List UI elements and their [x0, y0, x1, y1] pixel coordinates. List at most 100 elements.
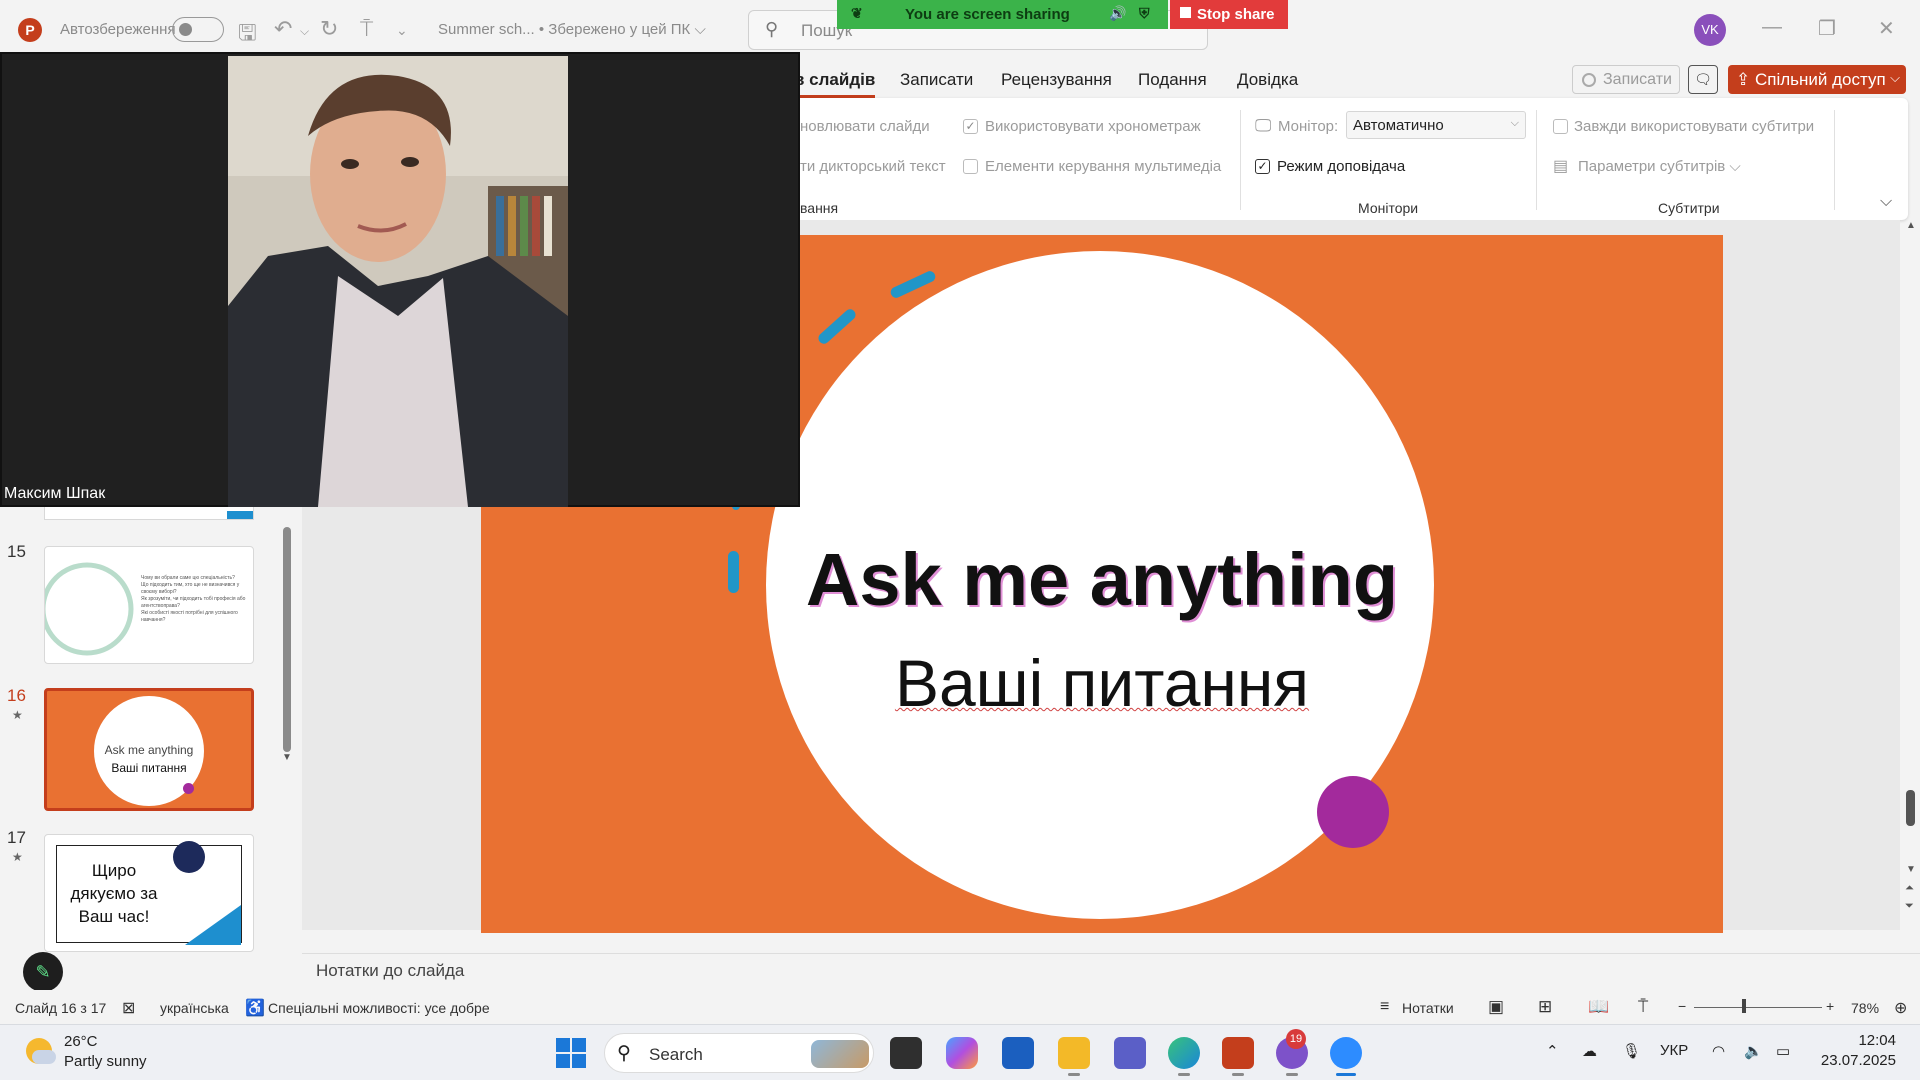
scrollbar-thumb[interactable] [1906, 790, 1915, 826]
media-controls-checkbox[interactable] [963, 159, 978, 174]
fit-to-window-icon[interactable]: ⊕ [1894, 998, 1907, 1018]
copilot-icon[interactable] [946, 1037, 978, 1069]
file-explorer-icon[interactable] [1058, 1037, 1090, 1076]
video-call-window[interactable]: Максим Шпак [0, 52, 800, 507]
zoom-in-icon[interactable]: + [1826, 998, 1834, 1014]
user-avatar[interactable]: VK [1694, 14, 1726, 46]
pen-icon: ✎ [35, 962, 51, 982]
normal-view-icon[interactable]: ▣ [1488, 997, 1504, 1017]
thumbnail-title: Ask me anything [104, 743, 194, 757]
search-icon: ⚲ [765, 19, 779, 39]
clock-time[interactable]: 12:04 [1826, 1032, 1896, 1049]
zoom-level[interactable]: 78% [1851, 1000, 1879, 1016]
slide-counter: Слайд 16 з 17 [15, 1000, 107, 1016]
annotate-pen-button[interactable]: ✎ [23, 952, 63, 992]
language-indicator[interactable]: українська [160, 1000, 229, 1016]
share-button[interactable]: ⇪ Спільний доступ ⌵ [1728, 65, 1906, 94]
clock-date[interactable]: 23.07.2025 [1808, 1052, 1896, 1069]
screen-sharing-status: You are screen sharing [905, 6, 1070, 23]
thumbnail-scrollbar[interactable] [283, 527, 291, 752]
zoom-slider[interactable] [1694, 1007, 1822, 1008]
edge-icon[interactable] [1168, 1037, 1200, 1076]
thumbnail-bullet: Чому ви обрали саме цю спеціальність? [141, 575, 235, 581]
previous-slide-icon[interactable]: ⏶ [1905, 882, 1914, 895]
ribbon-collapse-icon[interactable]: ⌵ [1880, 193, 1892, 211]
comments-button[interactable]: 🗨 [1688, 65, 1718, 94]
thumbnail-bullets: Чому ви обрали саме цю спеціальність? Що… [141, 575, 251, 624]
start-button[interactable] [556, 1038, 586, 1068]
reading-view-icon[interactable]: 📖 [1588, 997, 1609, 1017]
undo-icon[interactable]: ↶ [274, 16, 292, 42]
microsoft-store-icon[interactable] [1002, 1037, 1034, 1069]
tab-record[interactable]: Записати [900, 70, 973, 90]
slide-thumbnail-17[interactable]: Щиро дякуємо за Ваш час! [44, 834, 254, 952]
thumbnail-accent-dot [183, 783, 194, 794]
zoom-slider-thumb[interactable] [1742, 999, 1746, 1013]
zoom-icon[interactable] [1330, 1037, 1362, 1076]
scroll-down-icon[interactable]: ▼ [1906, 864, 1916, 875]
wifi-icon[interactable]: ◠ [1712, 1042, 1725, 1060]
subtitle-settings-button[interactable]: Параметри субтитрів ⌵ [1578, 158, 1741, 175]
undo-dropdown-icon[interactable]: ⌵ [300, 24, 309, 39]
slide-vertical-scrollbar[interactable]: ▲ ▼ ⏶ ⏷ [1904, 220, 1918, 920]
slide-thumbnail-15[interactable]: Чому ви обрали саме цю спеціальність? Що… [44, 546, 254, 664]
stop-share-button[interactable]: Stop share [1170, 0, 1288, 29]
spellcheck-icon[interactable]: ⊠ [122, 998, 135, 1018]
show-hidden-icons-icon[interactable]: ⌃ [1546, 1042, 1559, 1060]
autosave-toggle[interactable] [172, 17, 224, 42]
accessibility-status[interactable]: Спеціальні можливості: усе добре [268, 1000, 490, 1016]
restore-icon[interactable]: ❐ [1818, 16, 1836, 41]
taskbar-search[interactable]: ⚲ Search [604, 1033, 874, 1073]
close-icon[interactable]: ✕ [1878, 16, 1895, 41]
subtitle-settings-icon: ▤ [1553, 158, 1569, 175]
next-slide-icon[interactable]: ⏷ [1905, 900, 1914, 913]
notes-button[interactable]: Нотатки [1402, 1000, 1454, 1016]
powerpoint-icon[interactable] [1222, 1037, 1254, 1076]
slide-title[interactable]: Ask me anything [481, 537, 1723, 622]
notes-pane[interactable]: Нотатки до слайда [302, 953, 1920, 985]
task-view-icon[interactable] [890, 1037, 922, 1069]
input-language[interactable]: УКР [1660, 1042, 1688, 1059]
teams-icon[interactable] [1114, 1037, 1146, 1069]
accessibility-icon[interactable]: ♿ [245, 998, 265, 1018]
always-subtitles-label: Завжди використовувати субтитри [1574, 118, 1815, 135]
partly-sunny-icon[interactable] [26, 1038, 56, 1064]
minimize-icon[interactable]: — [1762, 16, 1782, 39]
microphone-icon[interactable]: 🎙 [1622, 1042, 1641, 1060]
tab-review[interactable]: Рецензування [1001, 70, 1112, 90]
cloud-sync-icon[interactable]: ☁ [1582, 1042, 1597, 1060]
slide-sorter-icon[interactable]: ⊞ [1538, 997, 1552, 1017]
scroll-down-icon[interactable]: ▼ [282, 752, 292, 763]
security-shield-icon[interactable]: ⛨ [1139, 5, 1150, 22]
record-button[interactable]: Записати [1572, 65, 1680, 94]
monitor-select[interactable]: Автоматично ⌵ [1346, 111, 1526, 139]
battery-icon[interactable]: ▭ [1776, 1042, 1790, 1060]
narration-option[interactable]: ти дикторський текст [800, 158, 946, 175]
tab-view[interactable]: Подання [1138, 70, 1207, 90]
ribbon-separator [1536, 110, 1537, 210]
slideshow-view-icon[interactable]: ⍑ [1638, 997, 1648, 1017]
present-from-start-icon[interactable]: ⍑ [360, 16, 373, 42]
notes-icon[interactable]: ≡ [1380, 998, 1389, 1016]
volume-icon[interactable]: 🔈 [1744, 1042, 1763, 1060]
presenter-view-checkbox[interactable]: ✓ [1255, 159, 1270, 174]
slide-thumbnail-16[interactable]: Ask me anything Ваші питання [44, 688, 254, 811]
weather-temperature[interactable]: 26°C [64, 1033, 98, 1050]
speaker-icon[interactable]: 🔊 [1109, 5, 1126, 22]
scroll-up-icon[interactable]: ▲ [1906, 220, 1916, 231]
customize-toolbar-icon[interactable]: ⌄ [396, 22, 408, 39]
zoom-out-icon[interactable]: − [1678, 998, 1686, 1014]
stop-square-icon [1180, 7, 1191, 18]
slide-subtitle[interactable]: Ваші питання [481, 645, 1723, 721]
redo-icon[interactable]: ↻ [320, 16, 338, 42]
tab-help[interactable]: Довідка [1237, 70, 1298, 90]
weather-condition[interactable]: Partly sunny [64, 1053, 147, 1070]
windows-taskbar: 26°C Partly sunny ⚲ Search 19 ⌃ ☁ 🎙 УКР … [0, 1024, 1920, 1080]
tab-slideshow[interactable]: в слайдів [794, 70, 876, 98]
use-timings-checkbox[interactable]: ✓ [963, 119, 978, 134]
always-subtitles-checkbox[interactable] [1553, 119, 1568, 134]
document-title[interactable]: Summer sch... • Збережено у цей ПК ⌵ [438, 21, 706, 38]
rehearse-option[interactable]: новлювати слайди [800, 118, 930, 135]
slide-subtitle-text: Ваші питання [894, 646, 1310, 720]
save-icon[interactable]: 🖫 [238, 16, 257, 54]
